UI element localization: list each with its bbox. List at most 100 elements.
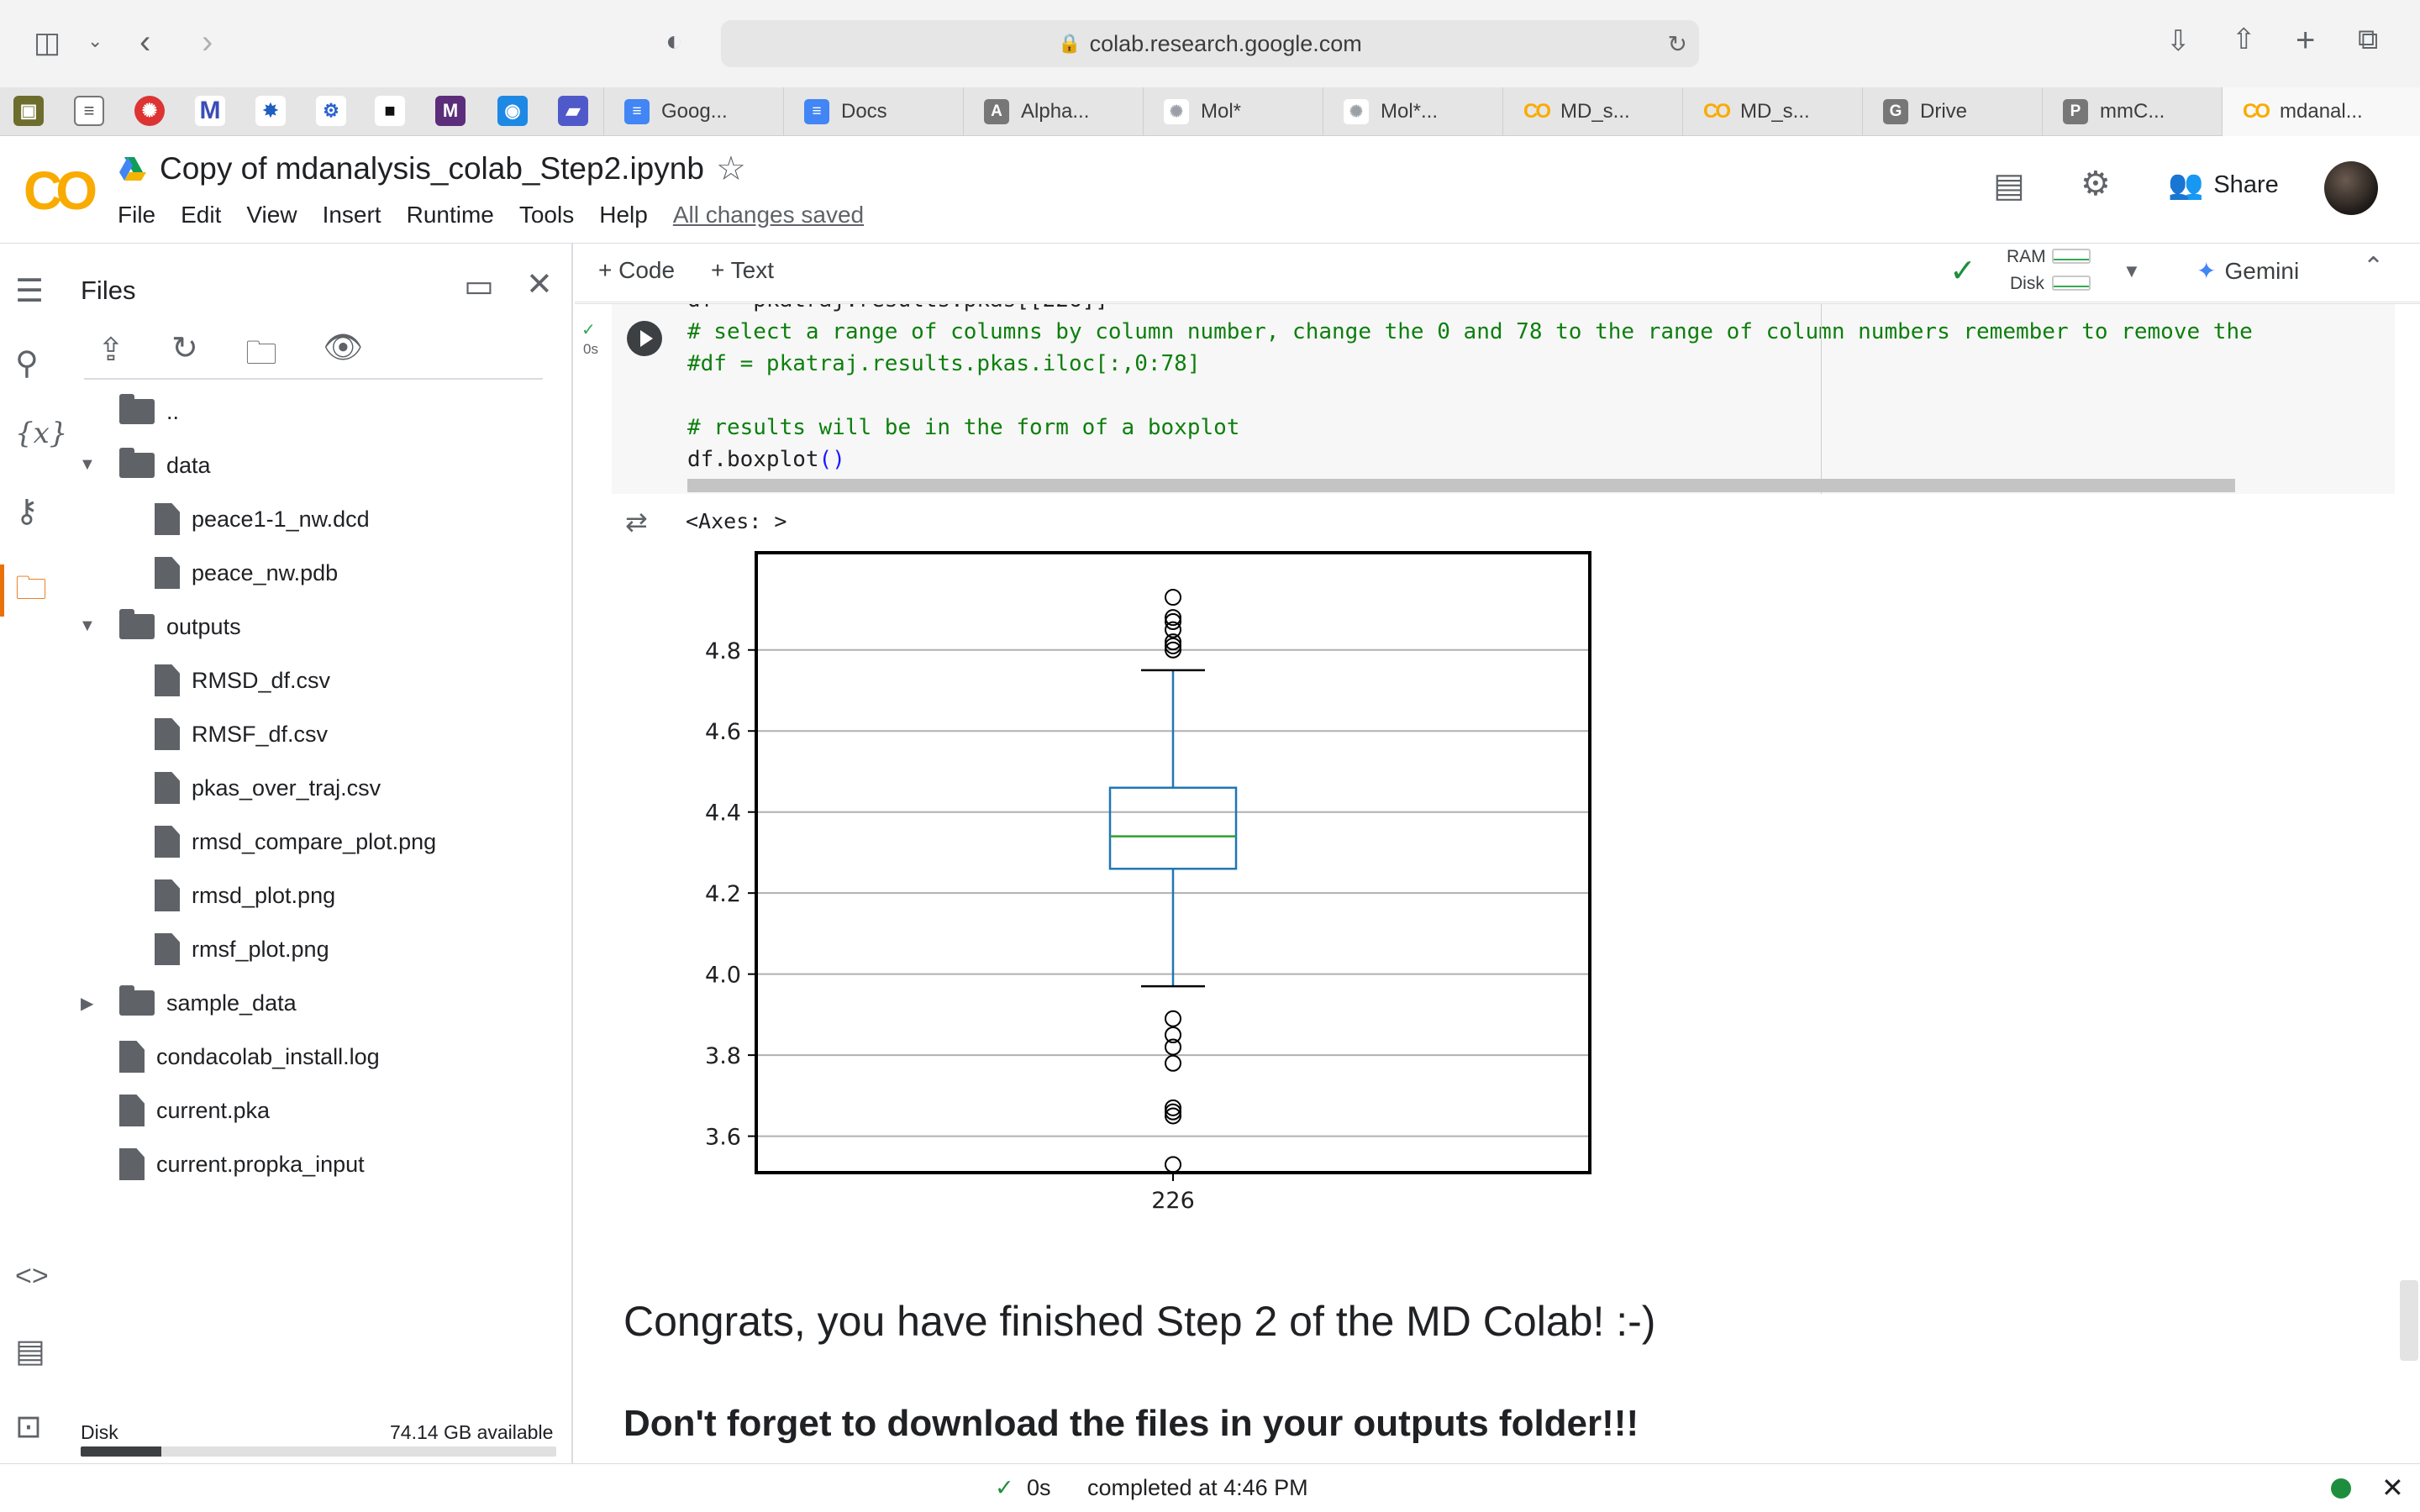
horizontal-scrollbar[interactable] [687, 479, 2235, 492]
tab-overview-icon[interactable]: ⧉ [2358, 25, 2378, 54]
bookmark-favicon-7[interactable]: ■ [375, 96, 405, 126]
browser-tab[interactable]: ≡ Goog... [603, 87, 783, 136]
bookmark-favicon-6[interactable]: ⚙ [316, 96, 346, 126]
browser-tab[interactable]: CO MD_s... [1682, 87, 1862, 136]
code-paren: () [818, 447, 845, 472]
y-tick-label: 4.0 [705, 963, 741, 989]
back-icon[interactable]: ‹ [139, 25, 150, 59]
bookmark-favicon-3[interactable]: ✺ [134, 96, 165, 126]
mmcif-icon: P [2063, 99, 2088, 124]
refresh-icon[interactable]: ↻ [171, 329, 198, 367]
notebook-title[interactable]: Copy of mdanalysis_colab_Step2.ipynb [160, 151, 704, 186]
folder-icon[interactable]: 🗀 [15, 564, 47, 619]
sidebar-toggle-icon[interactable]: ◫ [34, 29, 60, 57]
tree-item-file[interactable]: rmsf_plot.png [155, 932, 329, 966]
tree-item-file[interactable]: RMSF_df.csv [155, 717, 328, 751]
tree-item-label: .. [166, 398, 180, 424]
command-palette-icon[interactable]: ▤ [15, 1332, 45, 1370]
google-docs-icon: ≡ [624, 99, 650, 124]
close-icon[interactable]: ✕ [526, 265, 553, 303]
variables-icon[interactable]: {x} [15, 417, 67, 450]
browser-tab[interactable]: CO MD_s... [1502, 87, 1682, 136]
tree-item-file[interactable]: pkas_over_traj.csv [155, 771, 381, 805]
table-of-contents-icon[interactable]: ☰ [15, 272, 44, 310]
status-completed[interactable]: completed at 4:46 PM [1087, 1475, 1308, 1501]
tree-item-file[interactable]: RMSD_df.csv [155, 664, 330, 697]
share-button[interactable]: 👥 Share [2168, 168, 2279, 202]
tree-item-file[interactable]: current.pka [119, 1094, 270, 1127]
browser-tab[interactable]: A Alpha... [963, 87, 1143, 136]
boxplot-chart: 3.6 3.8 4.0 4.2 4.4 4.6 4.8 226 [705, 551, 1591, 1214]
caret-right-icon[interactable]: ▶ [81, 993, 93, 1014]
run-cell-button[interactable] [627, 321, 662, 356]
vertical-scrollbar[interactable] [2400, 1280, 2418, 1361]
share-label: Share [2213, 171, 2279, 198]
reload-icon[interactable]: ↻ [1668, 30, 1687, 58]
menu-file[interactable]: File [118, 202, 155, 228]
comments-icon[interactable]: ▤ [1993, 166, 2025, 205]
menu-insert[interactable]: Insert [323, 202, 381, 228]
file-icon [155, 933, 180, 965]
menu-help[interactable]: Help [599, 202, 648, 228]
search-icon[interactable]: ⚲ [15, 344, 39, 382]
bookmark-favicon-1[interactable]: ▣ [13, 96, 44, 126]
save-status-link[interactable]: All changes saved [673, 202, 864, 228]
google-drive-icon[interactable] [119, 156, 146, 181]
tree-item-parent[interactable]: .. [119, 394, 180, 428]
upload-icon[interactable]: ⇪ [97, 331, 124, 369]
browser-tab[interactable]: ≡ Docs [783, 87, 963, 136]
colab-logo[interactable]: CO [24, 160, 97, 222]
code-snippets-icon[interactable]: <> [15, 1260, 49, 1293]
star-icon[interactable]: ☆ [716, 150, 746, 188]
tab-label: mdanal... [2280, 100, 2363, 123]
maximize-panel-icon[interactable]: ▭ [464, 267, 494, 305]
menu-tools[interactable]: Tools [519, 202, 574, 228]
tree-item-file[interactable]: peace1-1_nw.dcd [155, 502, 370, 536]
download-icon[interactable]: ⇩ [2166, 27, 2191, 55]
caret-down-icon[interactable]: ▼ [79, 455, 96, 475]
y-tick-label: 4.2 [705, 881, 741, 907]
output-toggle-icon[interactable]: ⇄ [625, 506, 648, 538]
tree-item-folder[interactable]: outputs [119, 609, 241, 643]
menu-view[interactable]: View [246, 202, 297, 228]
browser-tab[interactable]: G Drive [1862, 87, 2042, 136]
bookmark-favicon-5[interactable]: ✸ [255, 96, 286, 126]
toolbar-cover [575, 244, 2420, 302]
browser-tab[interactable]: ✺ Mol*... [1323, 87, 1502, 136]
tree-item-folder[interactable]: data [119, 448, 211, 482]
browser-tab[interactable]: P mmC... [2042, 87, 2222, 136]
tree-item-file[interactable]: rmsd_plot.png [155, 879, 335, 912]
browser-tab[interactable]: ✺ Mol* [1143, 87, 1323, 136]
browser-tab-active[interactable]: CO mdanal... [2222, 87, 2420, 136]
menu-edit[interactable]: Edit [181, 202, 221, 228]
bookmark-favicon-10[interactable]: ▰ [558, 96, 588, 126]
tree-item-file[interactable]: rmsd_compare_plot.png [155, 825, 436, 858]
tree-item-file[interactable]: condacolab_install.log [119, 1040, 380, 1074]
close-icon[interactable]: ✕ [2381, 1472, 2404, 1504]
mount-drive-icon[interactable]: 🗀 [245, 329, 277, 384]
bookmark-favicon-9[interactable]: ◉ [497, 96, 528, 126]
avatar[interactable] [2324, 161, 2378, 215]
tree-item-folder[interactable]: sample_data [119, 985, 297, 1020]
key-icon[interactable]: ⚷ [15, 492, 39, 530]
menu-runtime[interactable]: Runtime [407, 202, 494, 228]
hide-files-icon[interactable]: 👁 [323, 329, 363, 366]
terminal-icon[interactable]: ⊡ [15, 1408, 42, 1446]
output-text: <Axes: > [686, 509, 787, 533]
caret-down-icon[interactable]: ▼ [79, 617, 96, 636]
tree-item-label: rmsd_compare_plot.png [192, 828, 437, 854]
bookmark-favicon-2[interactable]: ≡ [74, 96, 104, 126]
new-tab-icon[interactable]: + [2296, 24, 2315, 57]
gear-icon[interactable]: ⚙ [2081, 165, 2111, 203]
bookmark-favicon-4[interactable]: M [195, 96, 225, 126]
address-bar[interactable]: 🔒 colab.research.google.com ↻ [721, 20, 1699, 67]
share-icon[interactable]: ⇧ [2232, 25, 2256, 54]
file-icon [155, 772, 180, 804]
tree-item-file[interactable]: current.propka_input [119, 1147, 365, 1181]
privacy-shield-icon[interactable]: ◐ [666, 27, 683, 55]
folder-icon [119, 448, 155, 478]
tree-item-file[interactable]: peace_nw.pdb [155, 556, 338, 590]
forward-icon[interactable]: › [202, 25, 213, 59]
bookmark-favicon-8[interactable]: M [435, 96, 466, 126]
chevron-down-icon[interactable]: ⌄ [87, 32, 103, 50]
